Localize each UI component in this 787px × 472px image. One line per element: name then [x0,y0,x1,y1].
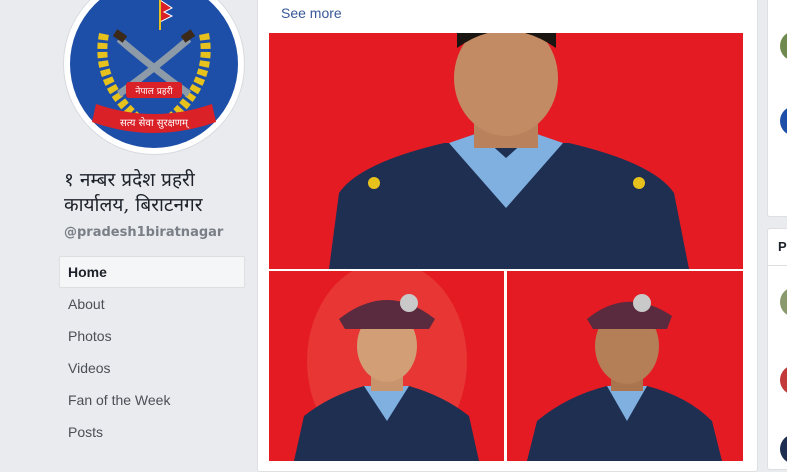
post-photo-left[interactable] [269,271,504,461]
post-photo-right[interactable] [507,271,743,461]
page-title[interactable]: १ नम्बर प्रदेश प्रहरी कार्यालय, बिराटनगर [64,168,254,218]
post-photo-main[interactable] [269,33,743,269]
right-rail-card [767,0,787,217]
right-rail-card: Pa [767,228,787,470]
profile-photo-icon [269,33,743,269]
avatar[interactable] [780,434,787,464]
see-more-link[interactable]: See more [281,5,342,21]
profile-photo-icon [269,271,504,461]
nav-item-home[interactable]: Home [59,256,245,288]
profile-photo-icon [507,271,743,461]
logo-top-text: नेपाल प्रहरी [135,85,173,97]
nav-item-fan-of-the-week[interactable]: Fan of the Week [59,384,245,416]
thumbnail-image[interactable] [780,31,787,61]
page-profile-picture[interactable]: नेपाल प्रहरी सत्य सेवा सुरक्षणम् [64,0,244,154]
page-nav: Home About Photos Videos Fan of the Week… [59,256,245,448]
avatar[interactable] [780,106,787,136]
nav-item-photos[interactable]: Photos [59,320,245,352]
divider [768,265,787,266]
logo-bottom-text: सत्य सेवा सुरक्षणम् [120,117,190,129]
nav-item-videos[interactable]: Videos [59,352,245,384]
nav-item-about[interactable]: About [59,288,245,320]
section-heading: Pa [778,239,787,254]
nav-item-posts[interactable]: Posts [59,416,245,448]
police-logo-icon: नेपाल प्रहरी सत्य सेवा सुरक्षणम् [70,0,238,148]
thumbnail-image[interactable] [780,365,787,395]
page-handle[interactable]: @pradesh1biratnagar [64,225,223,240]
thumbnail-image[interactable] [780,287,787,317]
